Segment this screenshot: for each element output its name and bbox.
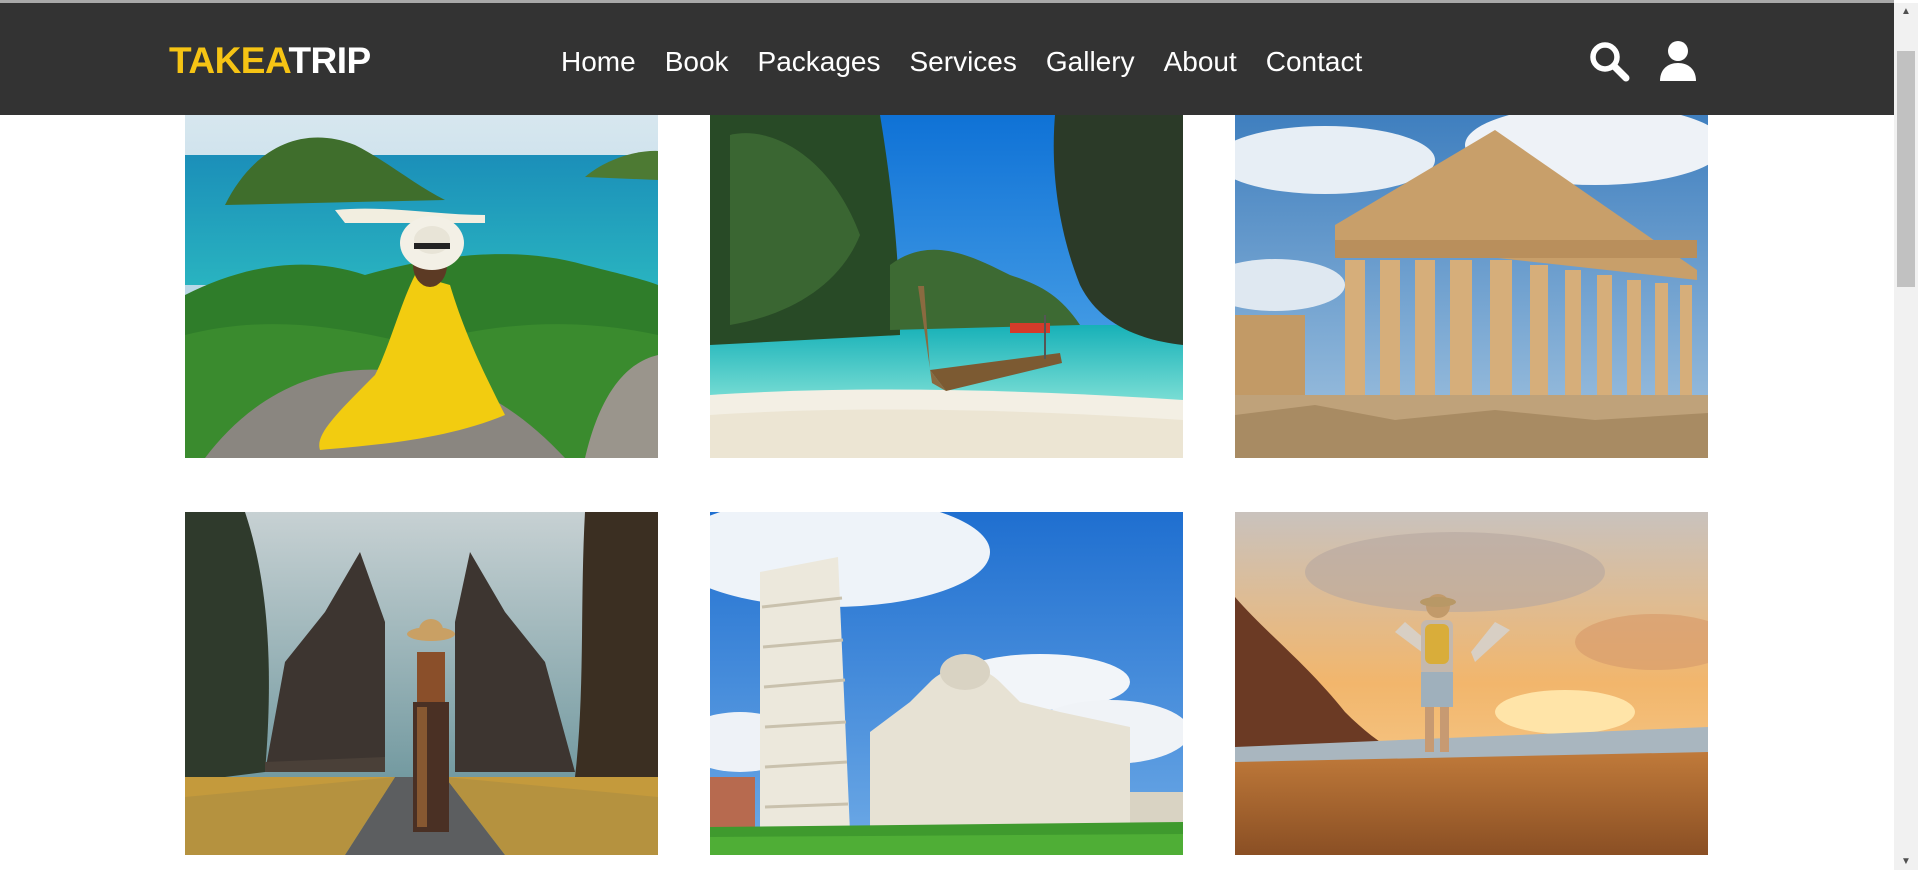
scroll-thumb[interactable] — [1897, 51, 1915, 287]
scroll-up-arrow-icon[interactable]: ▲ — [1894, 3, 1918, 20]
nav-home[interactable]: Home — [561, 43, 636, 81]
gallery-image[interactable] — [1235, 512, 1708, 855]
page: TAKEATRIP Home Book Packages Services Ga… — [0, 0, 1894, 870]
nav-services[interactable]: Services — [910, 43, 1017, 81]
gallery-image[interactable] — [1235, 115, 1708, 458]
brand-logo[interactable]: TAKEATRIP — [169, 39, 371, 83]
nav-packages[interactable]: Packages — [758, 43, 881, 81]
vertical-scrollbar[interactable]: ▲ ▼ — [1894, 3, 1918, 870]
brand-logo-part2: TRIP — [288, 40, 371, 81]
gallery-image[interactable] — [185, 115, 658, 458]
nav-gallery[interactable]: Gallery — [1046, 43, 1135, 81]
gallery-image[interactable] — [185, 512, 658, 855]
brand-logo-part1: TAKEA — [169, 40, 289, 81]
nav-about[interactable]: About — [1164, 43, 1237, 81]
gallery-image[interactable] — [710, 512, 1183, 855]
gallery-image[interactable] — [710, 115, 1183, 458]
nav-contact[interactable]: Contact — [1266, 43, 1363, 81]
navbar: TAKEATRIP Home Book Packages Services Ga… — [0, 3, 1894, 115]
scroll-down-arrow-icon[interactable]: ▼ — [1894, 853, 1918, 870]
nav-book[interactable]: Book — [665, 43, 729, 81]
search-icon[interactable] — [1587, 39, 1631, 83]
user-icon[interactable] — [1656, 39, 1700, 83]
main-nav: Home Book Packages Services Gallery Abou… — [561, 43, 1391, 81]
